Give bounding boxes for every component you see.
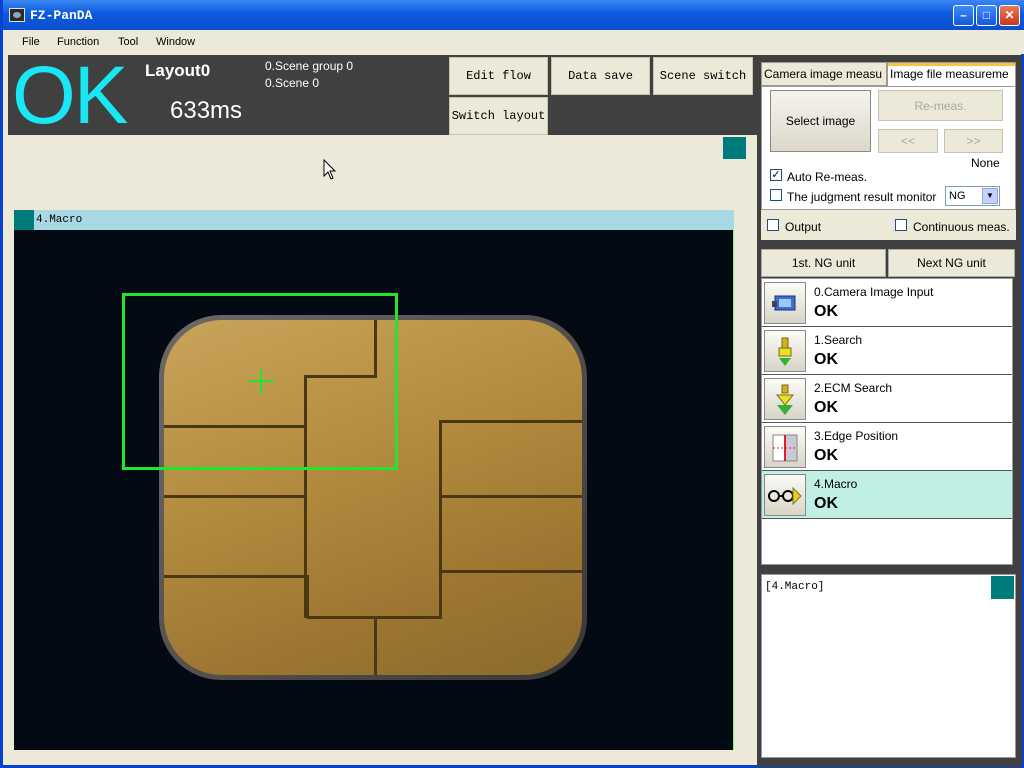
camera-input-icon [764,282,806,324]
menu-file[interactable]: File [22,36,40,48]
search-icon [764,330,806,372]
flow-item[interactable]: 0.Camera Image Input OK [762,279,1012,327]
chip-groove [439,570,582,573]
scene-switch-button[interactable]: Scene switch [653,57,753,95]
judgment-result-select[interactable]: NG ▼ [945,186,1000,206]
chip-groove [439,420,582,423]
scene-label: 0.Scene 0 [265,76,320,90]
ecm-search-icon [764,378,806,420]
menu-bar: File Function Tool Window [3,30,1024,54]
menu-tool[interactable]: Tool [118,36,138,48]
search-center-marker [260,369,262,394]
switch-layout-button[interactable]: Switch layout [449,97,548,135]
edge-position-icon [764,426,806,468]
tab-image-file-measurement[interactable]: Image file measureme [887,62,1016,86]
judgment-monitor-label: The judgment result monitor [787,190,937,204]
chip-groove [164,495,304,498]
processing-time: 633ms [170,97,243,124]
flow-item-name: 0.Camera Image Input [814,285,934,299]
overall-result: OK [12,50,128,141]
maximize-button[interactable]: □ [976,5,997,26]
chip-groove [374,618,377,675]
flow-item-result: OK [814,351,838,368]
app-window: FZ-PanDA – □ ✕ File Function Tool Window… [0,0,1024,768]
continuous-meas-label: Continuous meas. [913,220,1010,234]
window-title: FZ-PanDA [30,8,93,23]
flow-item-name: 1.Search [814,333,863,347]
scene-group-label: 0.Scene group 0 [265,59,354,73]
flow-item[interactable]: 2.ECM Search OK [762,375,1012,423]
processing-flow-list: 0.Camera Image Input OK 1.Search OK 2.EC… [761,278,1013,565]
tab-camera-image-measurement[interactable]: Camera image measu [761,62,887,86]
detail-result-text: [4.Macro] [765,581,825,593]
mouse-cursor-icon [323,159,337,180]
selected-file-name: None [971,156,1000,170]
flow-item-result: OK [814,495,838,512]
layout-name: Layout0 [145,61,211,80]
detail-panel-handle[interactable] [991,576,1014,599]
chip-groove [439,495,582,498]
menu-window[interactable]: Window [156,36,195,48]
next-ng-unit-button[interactable]: Next NG unit [888,249,1015,277]
measurement-tabs: Camera image measu Image file measureme [761,62,1016,86]
chip-groove [164,575,309,578]
flow-item[interactable]: 3.Edge Position OK [762,423,1012,471]
title-bar: FZ-PanDA – □ ✕ [3,0,1024,30]
select-image-button[interactable]: Select image [770,90,871,152]
judgment-monitor-checkbox[interactable] [770,189,782,201]
flow-item-name: 3.Edge Position [814,429,899,443]
image-window-header: 4.Macro [14,210,734,230]
flow-item-result: OK [814,399,838,416]
flow-item-name: 2.ECM Search [814,381,893,395]
menu-function[interactable]: Function [57,36,99,48]
output-checkbox[interactable] [767,219,779,231]
chip-groove [304,578,309,618]
chevron-down-icon[interactable]: ▼ [982,188,998,204]
continuous-meas-checkbox[interactable] [895,219,907,231]
output-label: Output [785,220,822,234]
minimize-button[interactable]: – [953,5,974,26]
measurement-status-bar: OK Layout0 633ms 0.Scene group 0 0.Scene… [8,50,757,141]
data-save-button[interactable]: Data save [551,57,650,95]
auto-remeas-label: Auto Re-meas. [787,170,868,184]
next-image-button[interactable]: >> [944,129,1003,153]
close-button[interactable]: ✕ [999,5,1020,26]
app-icon [9,8,25,22]
area-resize-handle[interactable] [723,137,746,159]
remeas-button[interactable]: Re-meas. [878,90,1003,121]
image-window-title: 4.Macro [36,214,83,226]
first-ng-unit-button[interactable]: 1st. NG unit [761,249,886,277]
macro-icon [764,474,806,516]
flow-item-selected[interactable]: 4.Macro OK [762,471,1012,519]
chip-groove [439,420,442,618]
auto-remeas-checkbox[interactable]: ✓ [770,169,782,181]
flow-item-result: OK [814,447,838,464]
detail-result-panel: [4.Macro] [761,574,1016,758]
edit-flow-button[interactable]: Edit flow [449,57,548,95]
flow-item-name: 4.Macro [814,477,858,491]
previous-image-button[interactable]: << [878,129,938,153]
flow-item-result: OK [814,303,838,320]
judgment-result-value: NG [949,190,966,202]
measurement-image[interactable] [14,230,734,750]
image-window-handle[interactable] [14,210,34,230]
flow-item[interactable]: 1.Search OK [762,327,1012,375]
